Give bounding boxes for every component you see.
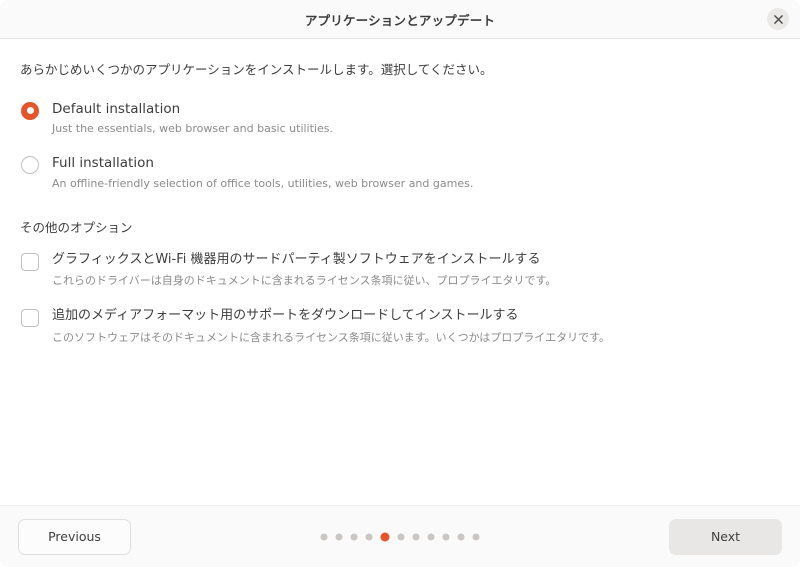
radio-icon-default[interactable] — [21, 101, 39, 120]
titlebar: アプリケーションとアップデート — [0, 0, 800, 39]
checkbox-third-party-software[interactable]: グラフィックスとWi-Fi 機器用のサードパーティ製ソフトウェアをインストールす… — [18, 252, 782, 289]
checkbox-media-formats[interactable]: 追加のメディアフォーマット用のサポートをダウンロードしてインストールする このソ… — [18, 308, 782, 345]
close-button[interactable] — [767, 8, 789, 30]
checkbox-media-formats-description: このソフトウェアはそのドキュメントに含まれるライセンス条項に従います。いくつかは… — [52, 330, 611, 344]
pagination-dots — [320, 532, 480, 541]
checkbox-icon-third-party[interactable] — [21, 252, 39, 271]
checkbox-media-formats-texts: 追加のメディアフォーマット用のサポートをダウンロードしてインストールする このソ… — [52, 308, 610, 345]
pagination-dot — [397, 533, 405, 540]
install-option-default-description: Just the essentials, web browser and bas… — [52, 122, 333, 136]
pagination-dot — [457, 533, 465, 540]
pagination-dot — [427, 533, 435, 540]
content-area: あらかじめいくつかのアプリケーションをインストールします。選択してください。 D… — [0, 39, 800, 505]
radio-icon-full[interactable] — [21, 155, 39, 174]
window-title: アプリケーションとアップデート — [304, 12, 496, 28]
intro-text: あらかじめいくつかのアプリケーションをインストールします。選択してください。 — [20, 62, 493, 77]
radio-dot — [26, 107, 34, 114]
pagination-dot — [335, 533, 343, 540]
install-option-full-description: An offline-friendly selection of office … — [52, 176, 474, 190]
pagination-dot — [320, 533, 328, 540]
application-window: アプリケーションとアップデート あらかじめいくつかのアプリケーションをインストー… — [0, 0, 800, 567]
pagination-dot — [412, 533, 420, 540]
install-option-full-texts: Full installation An offline-friendly se… — [52, 155, 473, 191]
checkbox-third-party-label: グラフィックスとWi-Fi 機器用のサードパーティ製ソフトウェアをインストールす… — [52, 251, 541, 267]
pagination-dot — [365, 533, 373, 540]
checkbox-media-formats-label: 追加のメディアフォーマット用のサポートをダウンロードしてインストールする — [52, 308, 519, 324]
install-option-default-texts: Default installation Just the essentials… — [52, 101, 333, 137]
install-option-full-label: Full installation — [52, 154, 154, 171]
install-option-default[interactable]: Default installation Just the essentials… — [18, 101, 782, 137]
install-option-default-label: Default installation — [52, 100, 181, 117]
pagination-dot — [472, 533, 480, 540]
footer-bar: Previous Next — [0, 505, 800, 567]
checkbox-third-party-description: これらのドライバーは自身のドキュメントに含まれるライセンス条項に従い、プロプライ… — [52, 274, 557, 288]
next-button[interactable]: Next — [669, 518, 782, 555]
checkbox-third-party-texts: グラフィックスとWi-Fi 機器用のサードパーティ製ソフトウェアをインストールす… — [52, 252, 556, 289]
other-options-heading: その他のオプション — [20, 219, 133, 235]
pagination-dot — [350, 533, 358, 540]
previous-button[interactable]: Previous — [18, 518, 131, 555]
close-icon — [773, 14, 783, 24]
checkbox-icon-media-formats[interactable] — [21, 309, 39, 328]
pagination-dot-active — [380, 532, 390, 541]
install-option-full[interactable]: Full installation An offline-friendly se… — [18, 155, 782, 191]
pagination-dot — [442, 533, 450, 540]
